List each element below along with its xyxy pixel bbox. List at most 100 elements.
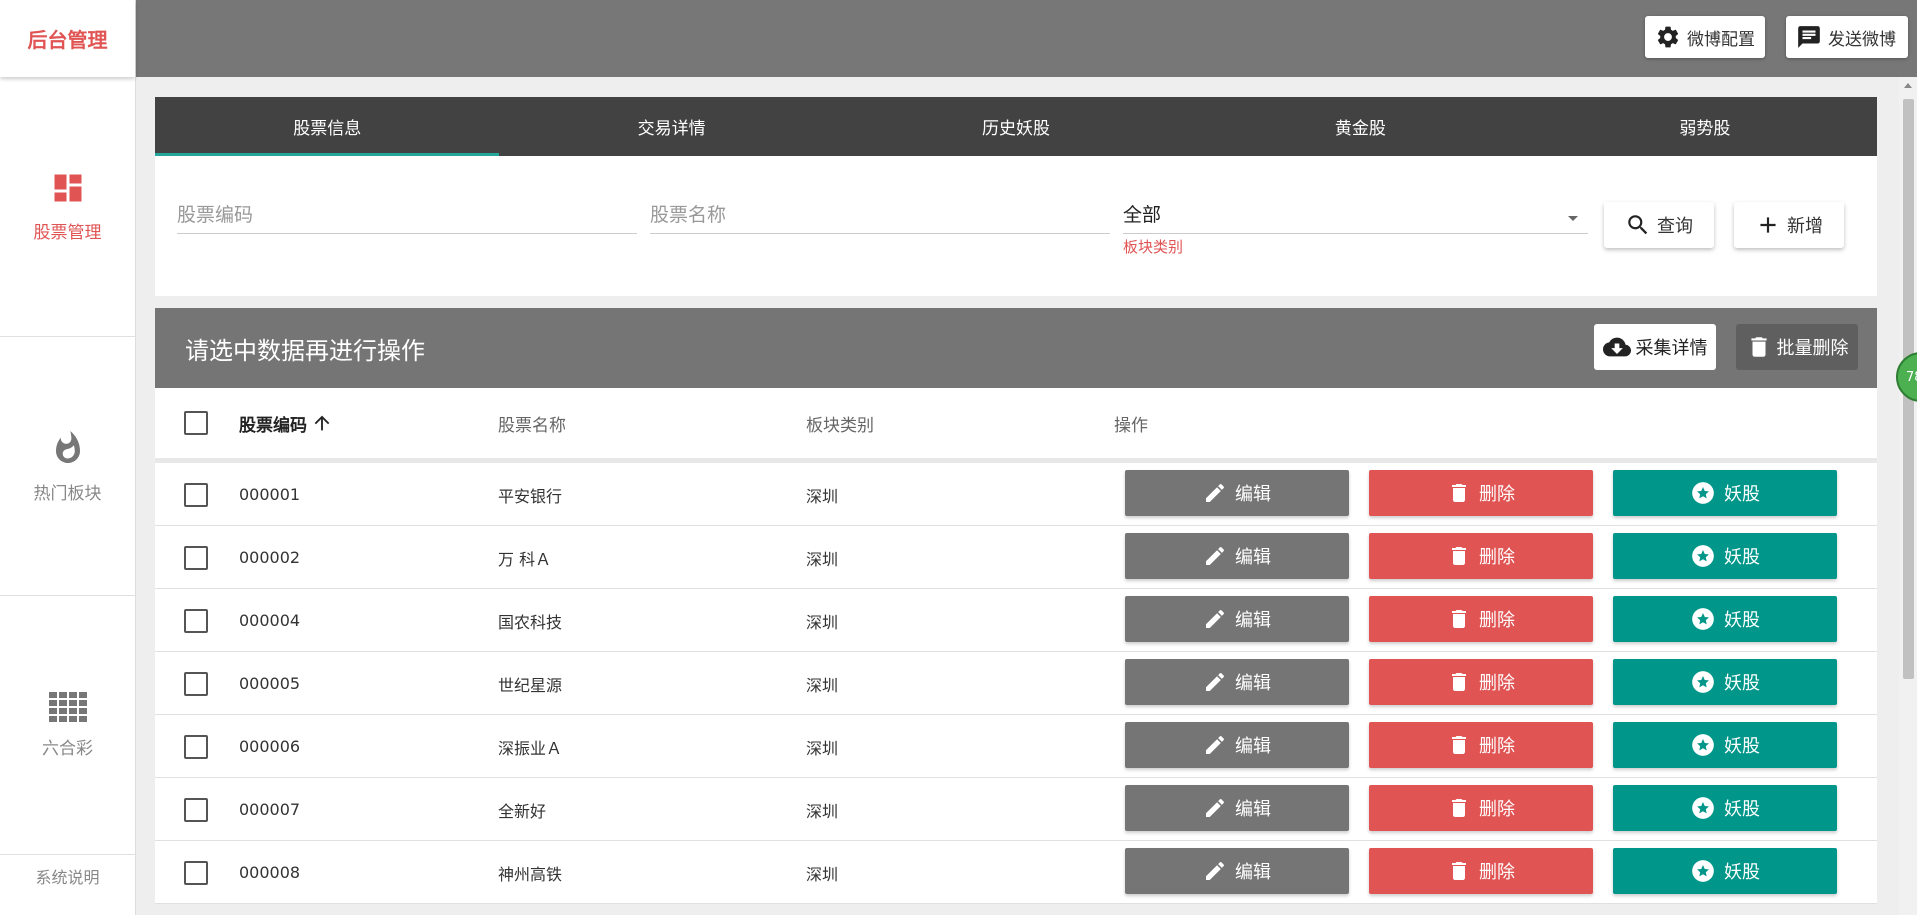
cell-code: 000005	[239, 674, 301, 693]
delete-button[interactable]: 删除	[1369, 659, 1593, 705]
delete-button[interactable]: 删除	[1369, 533, 1593, 579]
mark-demon-stock-button[interactable]: 妖股	[1613, 596, 1837, 642]
trash-icon	[1452, 862, 1466, 880]
plus-icon	[1760, 217, 1776, 233]
edit-button[interactable]: 编辑	[1125, 659, 1349, 705]
edit-button[interactable]: 编辑	[1125, 785, 1349, 831]
tab-trade-details[interactable]: 交易详情	[499, 97, 843, 156]
cell-code: 000002	[239, 548, 301, 567]
tab-weak-stock[interactable]: 弱势股	[1533, 97, 1877, 156]
sidebar-item-hot-sectors[interactable]: 热门板块	[0, 337, 135, 595]
row-checkbox[interactable]	[184, 545, 208, 570]
star-circle-icon	[1692, 545, 1714, 567]
main-card: 股票信息 交易详情 历史妖股 黄金股 弱势股 股票编码 股票名称 板块类别 全部…	[155, 97, 1877, 904]
sidebar-item-label: 热门板块	[33, 483, 102, 504]
delete-label: 删除	[1479, 547, 1515, 568]
mark-demon-stock-button[interactable]: 妖股	[1613, 533, 1837, 579]
row-checkbox[interactable]	[184, 797, 208, 822]
category-select[interactable]: 全部	[1123, 198, 1588, 234]
cell-category: 深圳	[806, 612, 839, 632]
query-label: 查询	[1657, 216, 1693, 237]
table-row[interactable]: 000006 深振业Ａ 深圳 编辑 删除 妖股	[155, 715, 1877, 778]
search-form: 股票编码 股票名称 板块类别 全部 查询 新增	[155, 156, 1877, 296]
delete-button[interactable]: 删除	[1369, 470, 1593, 516]
delete-button[interactable]: 删除	[1369, 596, 1593, 642]
pencil-icon	[1206, 672, 1225, 691]
edit-button[interactable]: 编辑	[1125, 848, 1349, 894]
batch-delete-label: 批量删除	[1776, 338, 1849, 359]
sidebar-item-stock-management[interactable]: 股票管理	[0, 77, 135, 336]
table-row[interactable]: 000004 国农科技 深圳 编辑 删除 妖股	[155, 589, 1877, 652]
demon-label: 妖股	[1724, 736, 1760, 757]
row-checkbox[interactable]	[184, 671, 208, 696]
cell-name: 平安银行	[498, 486, 563, 506]
star-circle-icon	[1692, 482, 1714, 504]
edit-button[interactable]: 编辑	[1125, 470, 1349, 516]
column-header-code[interactable]: 股票编码	[239, 388, 333, 458]
column-header-code-label: 股票编码	[239, 415, 307, 436]
table-row[interactable]: 000002 万 科Ａ 深圳 编辑 删除 妖股	[155, 526, 1877, 589]
sidebar-item-label: 股票管理	[33, 223, 102, 243]
table-header: 股票编码 股票名称 板块类别 操作	[155, 388, 1877, 463]
delete-label: 删除	[1479, 862, 1515, 883]
edit-button[interactable]: 编辑	[1125, 533, 1349, 579]
tab-gold-stock[interactable]: 黄金股	[1188, 97, 1532, 156]
page-scrollbar[interactable]	[1899, 77, 1917, 915]
edit-label: 编辑	[1235, 736, 1271, 757]
delete-button[interactable]: 删除	[1369, 785, 1593, 831]
row-checkbox-cell	[184, 589, 208, 652]
mark-demon-stock-button[interactable]: 妖股	[1613, 722, 1837, 768]
table-row[interactable]: 000007 全新好 深圳 编辑 删除 妖股	[155, 778, 1877, 841]
batch-delete-button[interactable]: 批量删除	[1736, 324, 1858, 370]
system-notes-link[interactable]: 系统说明	[0, 864, 135, 888]
mark-demon-stock-button[interactable]: 妖股	[1613, 470, 1837, 516]
row-checkbox-cell	[184, 841, 208, 904]
table-row[interactable]: 000001 平安银行 深圳 编辑 删除 妖股	[155, 463, 1877, 526]
column-header-name[interactable]: 股票名称	[498, 388, 566, 458]
divider	[0, 854, 135, 855]
top-bar: 微博配置 发送微博	[136, 0, 1917, 77]
add-button[interactable]: 新增	[1734, 202, 1844, 248]
weibo-config-button[interactable]: 微博配置	[1645, 16, 1765, 58]
edit-button[interactable]: 编辑	[1125, 596, 1349, 642]
query-button[interactable]: 查询	[1604, 202, 1714, 248]
table-row[interactable]: 000008 神州高铁 深圳 编辑 删除 妖股	[155, 841, 1877, 904]
trash-icon	[1750, 337, 1767, 357]
cell-code: 000008	[239, 863, 301, 882]
cell-category: 深圳	[806, 864, 839, 884]
scroll-up-arrow-icon[interactable]	[1904, 83, 1912, 88]
mark-demon-stock-button[interactable]: 妖股	[1613, 785, 1837, 831]
delete-button[interactable]: 删除	[1369, 848, 1593, 894]
collect-details-button[interactable]: 采集详情	[1594, 324, 1716, 370]
delete-button[interactable]: 删除	[1369, 722, 1593, 768]
column-header-category[interactable]: 板块类别	[806, 388, 874, 458]
row-checkbox[interactable]	[184, 608, 208, 633]
tab-stock-info[interactable]: 股票信息	[155, 97, 500, 156]
mark-demon-stock-button[interactable]: 妖股	[1613, 848, 1837, 894]
stock-code-input[interactable]: 股票编码	[177, 198, 637, 234]
row-checkbox-cell	[184, 526, 208, 589]
brand-title[interactable]: 后台管理	[0, 0, 135, 77]
cloud-download-icon	[1602, 337, 1631, 357]
row-checkbox[interactable]	[184, 860, 208, 885]
select-all-checkbox[interactable]	[184, 411, 208, 435]
pencil-icon	[1206, 735, 1225, 754]
spacer	[155, 296, 1877, 308]
row-checkbox[interactable]	[184, 734, 208, 759]
row-checkbox[interactable]	[184, 482, 208, 507]
stock-name-input[interactable]: 股票名称	[650, 198, 1110, 234]
mark-demon-stock-button[interactable]: 妖股	[1613, 659, 1837, 705]
tab-history-demon[interactable]: 历史妖股	[844, 97, 1188, 156]
column-header-action: 操作	[1114, 415, 1148, 436]
edit-button[interactable]: 编辑	[1125, 722, 1349, 768]
search-icon	[1628, 215, 1648, 235]
edit-label: 编辑	[1235, 547, 1271, 568]
trash-icon	[1452, 736, 1466, 754]
pencil-icon	[1206, 546, 1225, 565]
pencil-icon	[1206, 798, 1225, 817]
weibo-config-label: 微博配置	[1687, 29, 1755, 50]
sidebar-item-lottery[interactable]: 六合彩	[0, 596, 135, 854]
table-row[interactable]: 000005 世纪星源 深圳 编辑 删除 妖股	[155, 652, 1877, 715]
cell-category: 深圳	[806, 801, 839, 821]
send-weibo-button[interactable]: 发送微博	[1786, 16, 1908, 58]
